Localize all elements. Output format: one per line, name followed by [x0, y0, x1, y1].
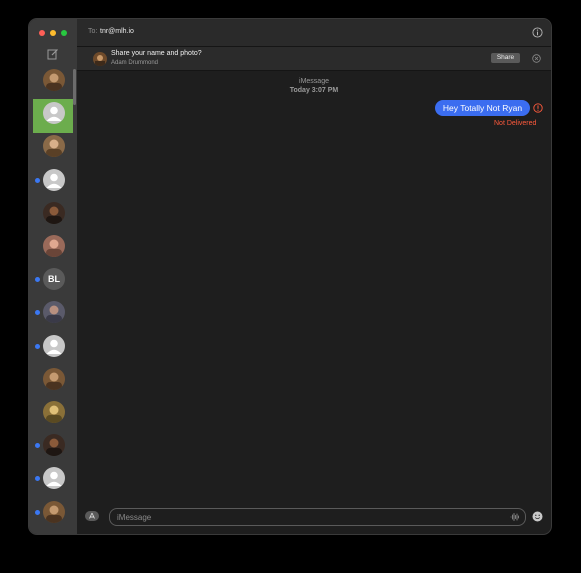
unread-indicator [35, 443, 40, 448]
conversation-item[interactable] [33, 332, 73, 366]
compose-icon[interactable] [47, 48, 59, 60]
service-label: iMessage [299, 78, 329, 85]
conversation-item[interactable] [33, 398, 73, 432]
contact-photo-avatar [43, 401, 65, 423]
contact-photo-avatar [43, 235, 65, 257]
message-timestamp: Today 3:07 PM [289, 87, 339, 94]
messages-window: BL To: tnr@mlh.io Share your name and ph… [29, 19, 551, 534]
unread-indicator [35, 510, 40, 515]
conversation-item[interactable] [33, 232, 73, 266]
unread-indicator [35, 476, 40, 481]
unread-indicator [35, 344, 40, 349]
info-icon[interactable] [532, 27, 543, 38]
contact-photo-avatar [43, 69, 65, 91]
header-bar: To: tnr@mlh.io [77, 19, 551, 47]
delivery-status: Not Delivered [494, 120, 537, 127]
app-store-icon[interactable] [84, 510, 100, 522]
contact-photo-avatar [43, 368, 65, 390]
message-composer [109, 508, 526, 526]
conversation-item[interactable] [33, 132, 73, 166]
contact-photo-avatar [43, 434, 65, 456]
banner-title: Share your name and photo? [111, 50, 202, 57]
default-avatar-icon [43, 169, 65, 191]
banner-subtitle: Adam Drummond [111, 60, 159, 66]
unread-indicator [35, 310, 40, 315]
conversation-item[interactable] [33, 66, 73, 100]
conversation-item[interactable] [33, 431, 73, 465]
conversation-item[interactable] [33, 365, 73, 399]
default-avatar-icon [43, 467, 65, 489]
share-name-banner: Share your name and photo? Adam Drummond… [77, 47, 551, 71]
default-avatar-icon [43, 102, 65, 124]
conversation-item[interactable]: BL [33, 265, 73, 299]
contact-photo-avatar [43, 202, 65, 224]
to-label: To: [88, 28, 98, 35]
conversation-item[interactable] [33, 166, 73, 200]
conversation-sidebar: BL [29, 19, 77, 534]
zoom-window-button[interactable] [61, 30, 67, 36]
unread-indicator [35, 277, 40, 282]
error-icon[interactable] [533, 103, 543, 113]
conversation-item[interactable] [33, 99, 73, 133]
message-bubble[interactable]: Hey Totally Not Ryan [435, 100, 530, 116]
dismiss-icon[interactable] [532, 54, 541, 63]
default-avatar-icon [43, 335, 65, 357]
conversation-item[interactable] [33, 464, 73, 498]
share-button[interactable]: Share [491, 53, 520, 63]
recipient-field[interactable]: tnr@mlh.io [100, 28, 134, 35]
minimize-window-button[interactable] [50, 30, 56, 36]
close-window-button[interactable] [39, 30, 45, 36]
emoji-icon[interactable] [532, 511, 543, 522]
contact-photo-avatar [43, 301, 65, 323]
avatar-initials: BL [48, 274, 60, 284]
conversation-item[interactable] [33, 498, 73, 532]
unread-indicator [35, 178, 40, 183]
conversation-item[interactable] [33, 199, 73, 233]
audio-message-icon[interactable] [510, 512, 520, 522]
conversation-item[interactable] [33, 298, 73, 332]
message-input[interactable] [117, 509, 497, 525]
sidebar-scrollbar[interactable] [73, 69, 76, 105]
contact-photo-avatar [43, 501, 65, 523]
banner-avatar [93, 52, 107, 66]
initials-avatar: BL [43, 268, 65, 290]
contact-photo-avatar [43, 135, 65, 157]
